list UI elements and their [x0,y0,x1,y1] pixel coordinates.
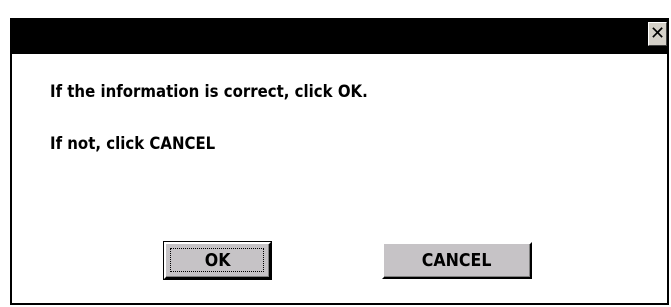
message-line-2: If not, click CANCEL [50,134,216,154]
ok-button-label: OK [204,250,231,271]
message-line-1: If the information is correct, click OK. [50,82,368,102]
close-icon: ✕ [649,23,666,44]
confirmation-dialog: ✕ If the information is correct, click O… [10,18,669,305]
cancel-button-label: CANCEL [422,250,492,271]
ok-button[interactable]: OK [163,241,272,280]
cancel-button[interactable]: CANCEL [382,242,532,279]
close-button[interactable]: ✕ [648,22,667,46]
title-bar[interactable]: ✕ [12,18,667,54]
